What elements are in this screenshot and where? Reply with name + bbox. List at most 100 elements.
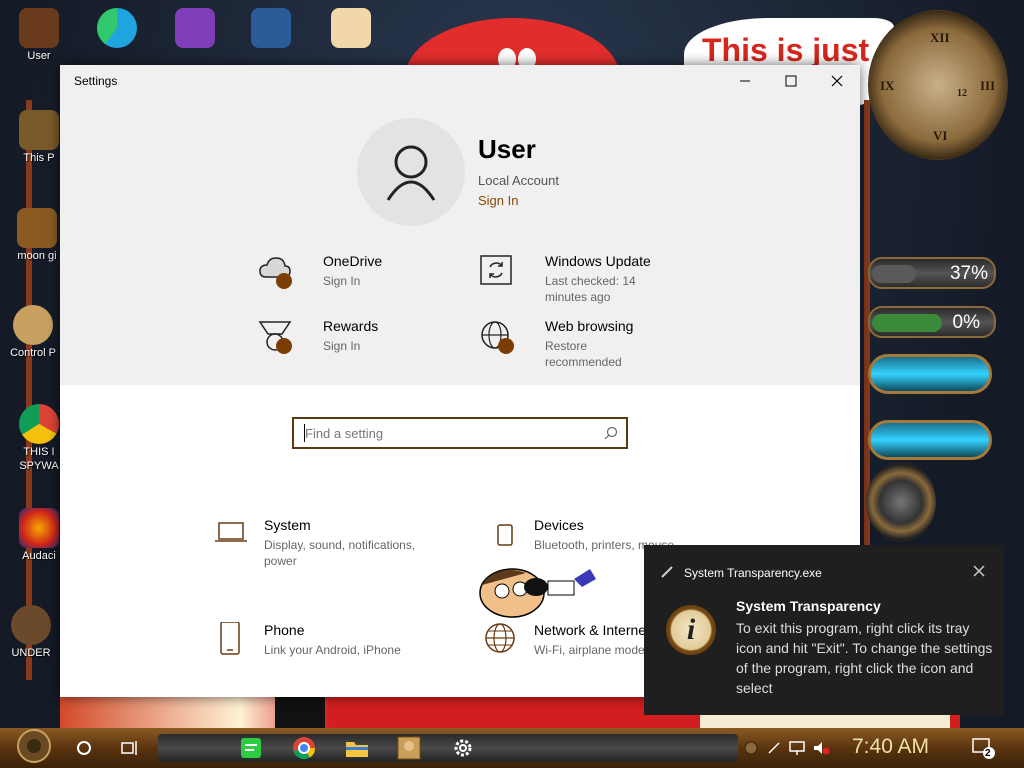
taskbar-app-notes[interactable] [236,732,266,764]
gear-decoration-icon [866,462,936,542]
notification-count: 2 [985,748,991,759]
clock-numeral: XII [930,30,950,45]
minimize-button[interactable] [722,65,768,97]
desktop-icon-visual-studio[interactable] [166,8,224,48]
chevron-up-icon [768,742,780,754]
trash-icon [17,208,57,248]
audacity-icon [19,508,59,548]
category-title: Phone [264,622,305,638]
item-title: Windows Update [545,253,651,269]
taskbar-app-photo[interactable] [394,732,424,764]
clock-numeral: VI [933,128,948,143]
desktop-icon-user[interactable]: User [10,8,68,62]
onedrive-item[interactable]: OneDrive Sign In [258,253,458,309]
desktop-icon-edge[interactable] [88,8,146,48]
cloud-icon [258,255,294,289]
person-icon [386,145,436,201]
steampunk-clock-widget: XII III VI IX 12 [868,10,1008,160]
laptop-icon [215,522,247,542]
pen-icon [661,566,673,578]
gauge-tube [868,354,992,394]
meter-percent: 37% [949,263,988,284]
volume-muted-icon [814,742,830,755]
toast-notification[interactable]: System Transparency.exe i System Transpa… [644,545,1004,715]
desktop-icon-label: Control P [10,347,56,359]
start-gear-icon [17,729,51,763]
chrome-icon [293,737,316,760]
maximize-button[interactable] [768,65,814,97]
memory-meter: 0% [868,306,996,338]
avatar[interactable] [357,118,465,226]
close-button[interactable] [814,65,860,97]
category-title: Devices [534,517,584,533]
search-taskbar-button[interactable] [70,732,98,764]
tray-network-button[interactable] [786,732,808,764]
category-subtitle: Display, sound, notifications, power [264,538,416,568]
category-phone[interactable]: Phone Link your Android, iPhone [214,622,454,682]
edge-icon [97,8,137,48]
clock-numeral: III [980,78,996,93]
desktop-icon-control-panel[interactable]: Control P [4,305,62,359]
start-button[interactable] [8,729,60,763]
phone-icon [220,622,240,655]
settings-gear-icon [454,739,472,757]
folder-icon [346,742,368,757]
meter-percent: 0% [952,312,980,333]
account-type: Local Account [478,173,559,188]
taskbar-app-chrome[interactable] [289,732,319,764]
info-icon: i [666,605,716,655]
item-subtitle: Sign In [323,274,361,288]
search-icon[interactable] [604,426,618,440]
search-input[interactable]: Find a setting [292,417,628,449]
globe-icon [480,320,516,354]
toast-app-name: System Transparency.exe [684,566,822,580]
category-subtitle: Link your Android, iPhone [264,643,401,657]
chrome-icon [19,404,59,444]
category-system[interactable]: System Display, sound, notifications, po… [214,517,454,577]
status-badge [276,273,292,289]
windows-update-item[interactable]: Windows Update Last checked: 14 minutes … [480,253,680,309]
notification-icon [972,738,995,759]
minimize-icon [740,80,750,82]
toast-body: To exit this program, right click its tr… [736,620,993,696]
tray-gear-icon[interactable] [742,732,760,764]
tray-overflow-button[interactable] [764,732,784,764]
lightbulb-icon [13,305,53,345]
sign-in-link[interactable]: Sign In [478,193,518,208]
small-gear-icon [744,741,758,755]
tray-volume-button[interactable] [810,732,832,764]
item-subtitle: Sign In [323,339,361,353]
update-icon [480,255,516,289]
desktop-icon-virtualbox[interactable] [242,8,300,48]
meter-fill [872,265,916,283]
settings-titlebar[interactable]: Settings [60,65,860,97]
cortana-circle-icon [77,741,91,755]
banner-text: This is just [702,32,870,68]
status-badge [276,338,292,354]
taskbar-clock[interactable]: 7:40 AM [852,735,929,759]
strip-block [275,696,325,732]
computer-icon [19,110,59,150]
clock-numeral: IX [880,78,895,93]
taskbar-app-settings[interactable] [448,732,478,764]
taskbar-app-explorer[interactable] [342,732,372,764]
user-name: User [478,134,536,164]
hxd-icon [331,8,371,48]
desktop-icon-under[interactable]: UNDER [2,605,60,659]
status-badge [498,338,514,354]
web-browsing-item[interactable]: Web browsing Restore recommended [480,318,680,374]
task-view-button[interactable] [116,732,144,764]
virtualbox-icon [251,8,291,48]
gauge-tube [868,420,992,460]
desktop-icon-hxd[interactable] [322,8,380,48]
desktop-icon-label: moon gi [17,250,57,262]
network-icon [789,741,805,755]
network-globe-icon [485,623,515,653]
toast-close-icon[interactable] [972,564,986,578]
meter-fill [872,314,942,332]
category-subtitle: Wi-Fi, airplane mode [534,643,645,657]
item-subtitle: Restore recommended [545,339,622,369]
action-center-button[interactable]: 2 [968,732,998,764]
rewards-item[interactable]: Rewards Sign In [258,318,458,374]
desktop-icon-moon[interactable]: moon gi [8,208,66,262]
